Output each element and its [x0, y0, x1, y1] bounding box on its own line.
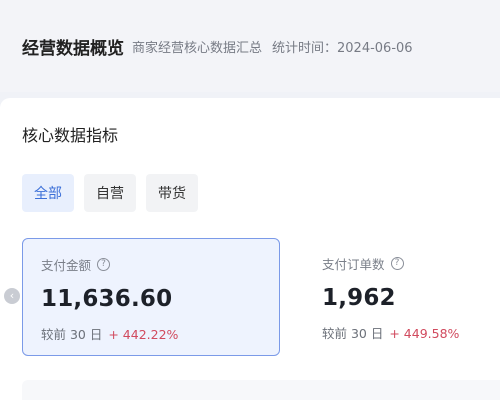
compare-label: 较前 30 日 — [41, 327, 103, 342]
metric-tabs: 全部 自营 带货 — [22, 174, 198, 212]
section-title: 核心数据指标 — [22, 126, 119, 145]
metric-value: 11,636.60 — [41, 286, 173, 312]
tab-promotion[interactable]: 带货 — [146, 174, 198, 212]
metric-card-order-count[interactable]: 支付订单数 ? 1,962 较前 30 日 + 449.58% — [304, 238, 500, 356]
tab-self-operated[interactable]: 自营 — [84, 174, 136, 212]
next-section-strip — [22, 380, 500, 400]
page-header: 经营数据概览 商家经营核心数据汇总 统计时间：2024-06-06 — [0, 0, 500, 92]
tab-all[interactable]: 全部 — [22, 174, 74, 212]
core-metrics-panel: 核心数据指标 全部 自营 带货 ‹ 支付金额 ? 11,636.60 较前 30… — [0, 98, 500, 400]
compare-label: 较前 30 日 — [322, 326, 384, 341]
help-circle-icon[interactable]: ? — [390, 257, 404, 270]
chevron-left-icon[interactable]: ‹ — [4, 288, 20, 304]
metric-compare: 较前 30 日 + 442.22% — [41, 324, 261, 343]
page-title: 经营数据概览 — [22, 38, 124, 59]
metric-label: 支付金额 — [41, 258, 92, 273]
metric-compare: 较前 30 日 + 449.58% — [322, 323, 482, 342]
metric-label: 支付订单数 — [322, 257, 385, 272]
metric-value: 1,962 — [322, 285, 396, 311]
metric-card-payment-amount[interactable]: 支付金额 ? 11,636.60 较前 30 日 + 442.22% — [22, 238, 280, 356]
help-circle-icon[interactable]: ? — [97, 258, 111, 271]
delta-value: + 449.58% — [389, 326, 460, 341]
dashboard-page: 经营数据概览 商家经营核心数据汇总 统计时间：2024-06-06 核心数据指标… — [0, 0, 500, 400]
page-subtitle: 商家经营核心数据汇总 — [132, 40, 263, 56]
stat-time: 统计时间：2024-06-06 — [272, 40, 413, 56]
delta-value: + 442.22% — [108, 327, 179, 342]
